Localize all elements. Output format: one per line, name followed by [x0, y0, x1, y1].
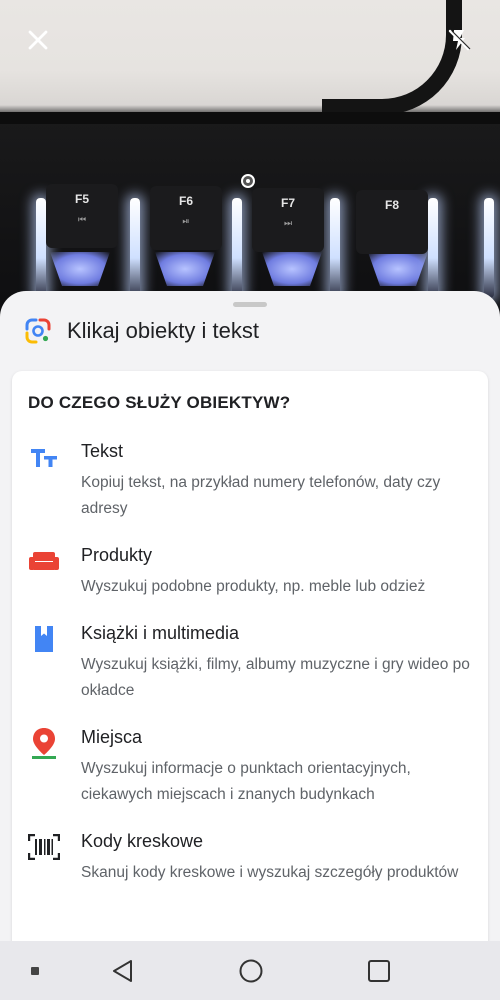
feature-description: Kopiuj tekst, na przykład numery telefon… — [81, 474, 441, 517]
backlight-glow — [130, 198, 140, 298]
feature-title: Kody kreskowe — [81, 831, 204, 851]
focus-point-icon[interactable] — [241, 174, 255, 188]
feature-description: Wyszukuj książki, filmy, albumy muzyczne… — [81, 656, 470, 699]
key-sublabel: ⏯ — [182, 216, 190, 226]
key-label: F8 — [384, 198, 399, 212]
key-sublabel: ⏭ — [283, 218, 293, 228]
sofa-icon — [28, 545, 60, 577]
key-label: F7 — [280, 196, 295, 210]
backlight-glow — [428, 198, 438, 298]
camera-viewfinder[interactable]: F5 ⏮ F6 ⏯ F7 ⏭ F8 — [0, 0, 500, 320]
backlight-glow — [330, 198, 340, 298]
keyboard-edge-image — [0, 112, 500, 124]
keyboard-key: F5 ⏮ — [46, 184, 118, 248]
home-icon[interactable] — [236, 956, 266, 986]
feature-title: Książki i multimedia — [81, 623, 240, 643]
keyboard-key: F6 ⏯ — [150, 186, 222, 250]
back-icon[interactable] — [108, 956, 138, 986]
backlight-glow — [50, 252, 110, 286]
sheet-drag-handle[interactable] — [233, 302, 267, 307]
sheet-title: Klikaj obiekty i tekst — [67, 318, 259, 343]
cable-image — [322, 0, 462, 115]
google-lens-icon — [25, 318, 51, 344]
feature-description: Wyszukuj informacje o punktach orientacy… — [81, 760, 411, 803]
feature-title: Tekst — [81, 441, 124, 461]
system-navigation-bar — [0, 941, 500, 1000]
place-pin-icon — [28, 727, 60, 759]
feature-description: Wyszukuj podobne produkty, np. meble lub… — [81, 578, 426, 595]
backlight-glow — [36, 198, 46, 298]
close-icon[interactable] — [22, 24, 54, 56]
feature-title: Miejsca — [81, 727, 143, 747]
backlight-glow — [155, 252, 215, 286]
card-heading: DO CZEGO SŁUŻY OBIEKTYW? — [28, 393, 291, 412]
key-label: F6 — [178, 194, 193, 208]
keyboard-key: F7 ⏭ — [252, 188, 324, 252]
backlight-glow — [368, 252, 428, 286]
sheet-header: Klikaj obiekty i tekst — [24, 315, 259, 347]
flash-off-icon[interactable] — [443, 24, 475, 56]
book-icon — [28, 623, 60, 655]
info-bottom-sheet[interactable]: Klikaj obiekty i tekst DO CZEGO SŁUŻY OB… — [0, 291, 500, 951]
square-small-icon[interactable] — [20, 956, 50, 986]
feature-title: Produkty — [81, 545, 153, 565]
feature-description: Skanuj kody kreskowe i wyszukaj szczegół… — [81, 864, 459, 881]
lens-features-card: DO CZEGO SŁUŻY OBIEKTYW? Tekst Kopiuj te… — [12, 371, 488, 951]
text-icon — [28, 441, 60, 473]
key-label: F5 — [74, 192, 89, 206]
backlight-glow — [484, 198, 494, 298]
key-sublabel: ⏮ — [77, 214, 87, 224]
backlight-glow — [232, 198, 242, 298]
backlight-glow — [262, 252, 322, 286]
recents-icon[interactable] — [364, 956, 394, 986]
keyboard-key: F8 — [356, 190, 428, 254]
barcode-icon — [28, 831, 60, 863]
